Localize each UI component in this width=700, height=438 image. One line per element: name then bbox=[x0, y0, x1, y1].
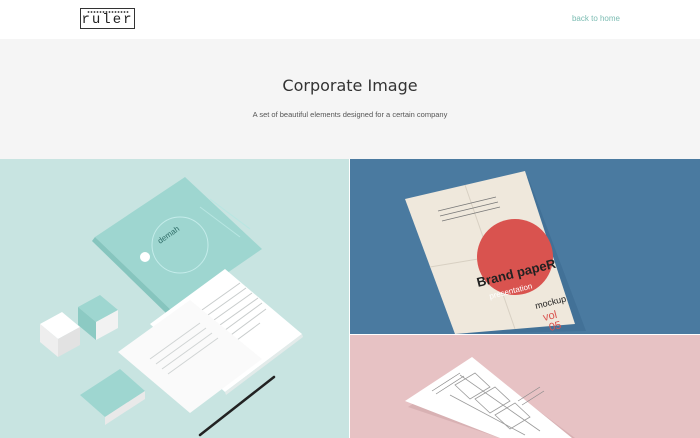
top-header: ruler back to home bbox=[0, 0, 700, 39]
brand-paper-illustration: Brand papeR presentation mockup vol 05 bbox=[405, 171, 586, 334]
hero-section: Corporate Image A set of beautiful eleme… bbox=[0, 39, 700, 159]
stationery-mockup-image[interactable]: demah bbox=[0, 159, 349, 438]
folder-seal bbox=[140, 252, 150, 262]
ruler-logo[interactable]: ruler bbox=[80, 8, 135, 29]
brochure-illustration bbox=[405, 357, 575, 438]
notebook bbox=[80, 369, 145, 417]
brand-paper-mockup-image[interactable]: Brand papeR presentation mockup vol 05 bbox=[350, 159, 700, 334]
logo-text: ruler bbox=[81, 12, 134, 28]
stationery-illustration: demah bbox=[40, 177, 303, 437]
brochure-mockup-image[interactable] bbox=[350, 335, 700, 438]
page-title: Corporate Image bbox=[282, 76, 418, 95]
page-subtitle: A set of beautiful elements designed for… bbox=[252, 110, 448, 119]
back-to-home-link[interactable]: back to home bbox=[572, 14, 620, 23]
brochure-sheet bbox=[405, 357, 572, 438]
